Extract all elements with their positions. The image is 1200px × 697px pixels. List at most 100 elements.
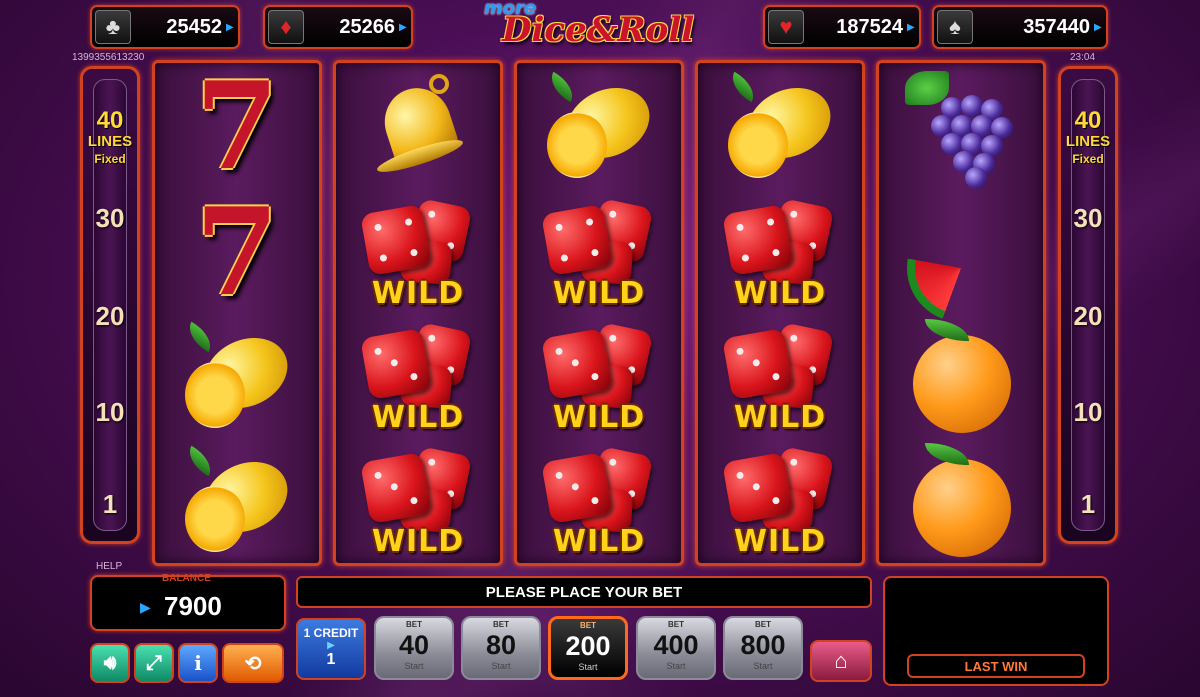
balance-amount: 7900 bbox=[164, 591, 222, 621]
balance-display: BALANCE ▶ 7900 bbox=[90, 573, 286, 631]
reel-symbol-lemon bbox=[155, 315, 319, 439]
bet-label: BET bbox=[668, 620, 684, 629]
currency-arrow-icon: ▶ bbox=[399, 21, 407, 33]
wild-label: WILD bbox=[371, 524, 465, 559]
reel-symbol-grapes bbox=[879, 65, 1043, 189]
bet-button-80[interactable]: BET 80 Start bbox=[461, 616, 541, 680]
dice-icon: WILD bbox=[715, 197, 845, 311]
game-logo: more Dice&Roll bbox=[480, 0, 720, 58]
reel-symbol-wild: WILD bbox=[336, 315, 500, 439]
bet-value: 800 bbox=[740, 630, 786, 660]
jackpot-clubs: ♣ 25452 ▶ bbox=[90, 5, 240, 49]
reel-symbol-watermelon bbox=[879, 191, 1043, 322]
lines-mode: Fixed bbox=[1072, 152, 1104, 166]
wild-label: WILD bbox=[733, 524, 827, 559]
bet-label: BET bbox=[406, 620, 422, 629]
currency-arrow-icon: ▶ bbox=[907, 21, 915, 33]
last-win-panel: LAST WIN bbox=[883, 576, 1109, 686]
reel-symbol-lemon bbox=[698, 65, 862, 189]
bet-label: BET bbox=[580, 621, 596, 630]
line-marker: 30 bbox=[1073, 203, 1103, 233]
credit-value: 1 bbox=[326, 651, 336, 668]
lemon-icon bbox=[177, 321, 299, 432]
bet-value: 200 bbox=[565, 631, 611, 661]
reel-symbol-orange bbox=[879, 439, 1043, 563]
watermelon-icon bbox=[901, 208, 1021, 322]
bet-start-label: Start bbox=[404, 661, 424, 671]
line-marker: 20 bbox=[1073, 301, 1103, 331]
dice-icon: WILD bbox=[534, 197, 664, 311]
lines-indicator-right: 40 LINES Fixed 30 20 10 1 bbox=[1058, 66, 1118, 544]
reel-symbol-wild: WILD bbox=[517, 439, 681, 563]
jackpot-spades: ♠ 357440 ▶ bbox=[932, 5, 1108, 49]
lines-count: 40 bbox=[96, 107, 124, 134]
bet-label: BET bbox=[755, 620, 771, 629]
dice-icon: WILD bbox=[534, 321, 664, 435]
reel-5 bbox=[876, 60, 1046, 566]
wild-label: WILD bbox=[552, 524, 646, 559]
jackpot-value: 187524 bbox=[836, 15, 903, 38]
help-link[interactable]: HELP bbox=[96, 561, 122, 572]
speaker-icon: 🔊︎ bbox=[103, 651, 117, 674]
bet-value: 400 bbox=[653, 630, 699, 660]
line-marker: 10 bbox=[95, 397, 125, 427]
bet-button-200[interactable]: BET 200 Start bbox=[548, 616, 628, 680]
euro-icon: ▶ bbox=[140, 599, 151, 615]
wild-label: WILD bbox=[371, 276, 465, 311]
credit-button[interactable]: 1 CREDIT ▶ 1 bbox=[296, 618, 366, 680]
fullscreen-button[interactable]: ⤢ bbox=[134, 643, 174, 683]
dice-icon: WILD bbox=[715, 321, 845, 435]
autoplay-icon: ⟲ bbox=[244, 652, 262, 675]
bet-button-400[interactable]: BET 400 Start bbox=[636, 616, 716, 680]
diamonds-icon: ♦ bbox=[268, 10, 304, 44]
seven-symbol: 7 bbox=[195, 60, 279, 197]
bet-button-40[interactable]: BET 40 Start bbox=[374, 616, 454, 680]
last-win-label: LAST WIN bbox=[907, 654, 1085, 678]
reel-symbol-seven: 7 bbox=[155, 191, 319, 315]
wild-label: WILD bbox=[552, 400, 646, 435]
orange-icon bbox=[901, 441, 1021, 561]
dice-icon: WILD bbox=[353, 445, 483, 559]
lemon-icon bbox=[720, 71, 842, 182]
sound-button[interactable]: 🔊︎ bbox=[90, 643, 130, 683]
currency-arrow-icon: ▶ bbox=[226, 21, 234, 33]
line-marker: 10 bbox=[1073, 397, 1103, 427]
wild-label: WILD bbox=[733, 276, 827, 311]
lines-label: LINES bbox=[1065, 133, 1111, 150]
reel-symbol-bell bbox=[336, 65, 500, 189]
euro-icon: ▶ bbox=[327, 640, 335, 651]
reel-symbol-wild: WILD bbox=[698, 315, 862, 439]
bet-start-label: Start bbox=[666, 661, 686, 671]
bet-start-label: Start bbox=[578, 662, 598, 672]
dice-icon: WILD bbox=[353, 197, 483, 311]
bet-label: BET bbox=[493, 620, 509, 629]
jackpot-value: 25452 bbox=[166, 15, 222, 38]
seven-symbol: 7 bbox=[195, 182, 279, 323]
info-button[interactable]: i bbox=[178, 643, 218, 683]
line-marker: 1 bbox=[1080, 489, 1096, 519]
jackpot-value: 357440 bbox=[1023, 15, 1090, 38]
lines-count: 40 bbox=[1074, 107, 1102, 134]
line-marker: 30 bbox=[95, 203, 125, 233]
bet-start-label: Start bbox=[753, 661, 773, 671]
jackpot-value: 25266 bbox=[339, 15, 395, 38]
reel-symbol-wild: WILD bbox=[336, 439, 500, 563]
reel-symbol-lemon bbox=[155, 439, 319, 563]
clubs-icon: ♣ bbox=[95, 10, 131, 44]
reel-symbol-wild: WILD bbox=[698, 191, 862, 315]
dice-icon: WILD bbox=[715, 445, 845, 559]
reel-symbol-wild: WILD bbox=[698, 439, 862, 563]
clock: 23:04 bbox=[1070, 52, 1096, 63]
bet-button-800[interactable]: BET 800 Start bbox=[723, 616, 803, 680]
lines-label: LINES bbox=[87, 133, 133, 150]
jackpot-diamonds: ♦ 25266 ▶ bbox=[263, 5, 413, 49]
spades-icon: ♠ bbox=[937, 10, 973, 44]
wild-label: WILD bbox=[552, 276, 646, 311]
orange-icon bbox=[901, 317, 1021, 437]
lines-indicator-left: 40 LINES Fixed 30 20 10 1 bbox=[80, 66, 140, 544]
reel-2: WILD WILD WILD bbox=[333, 60, 503, 566]
lemon-icon bbox=[539, 71, 661, 182]
balance-label: BALANCE bbox=[162, 573, 211, 584]
autoplay-button[interactable]: ⟲ bbox=[222, 643, 284, 683]
home-button[interactable]: ⌂ bbox=[810, 640, 872, 682]
